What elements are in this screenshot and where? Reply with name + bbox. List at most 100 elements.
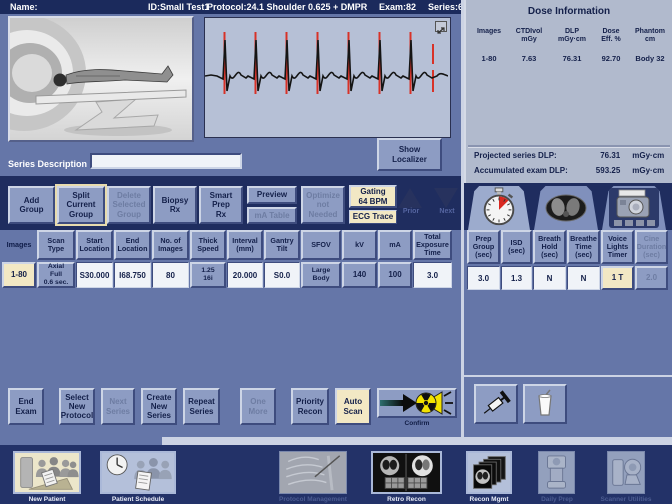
taskbar-item-retro-recon[interactable] xyxy=(371,451,442,494)
cine-duration-cell[interactable]: 2.0 xyxy=(635,266,668,290)
prior-group-button[interactable]: Prior xyxy=(398,188,424,222)
ecg-waveform xyxy=(205,18,448,135)
optimize-not-needed-button[interactable]: Optimize not Needed xyxy=(301,186,345,224)
breathe-time-field[interactable]: N xyxy=(567,266,600,290)
taskbar-label-protocol-management: Protocol Management xyxy=(267,496,359,503)
timing-col-prep-group[interactable]: Prep Group (sec) xyxy=(467,230,500,264)
exam-number: Exam:82 xyxy=(379,2,416,12)
ecg-trace-panel xyxy=(204,17,451,138)
biopsy-rx-button[interactable]: Biopsy Rx xyxy=(153,186,197,224)
recon-mgmt-icon xyxy=(468,453,510,492)
series-number: Series:6 xyxy=(428,2,463,12)
accumulated-exam-dlp-row: Accumulated exam DLP: 593.25 mGy·cm xyxy=(466,166,672,175)
auto-scan-button[interactable]: Auto Scan xyxy=(335,388,371,425)
confirm-scan-button[interactable] xyxy=(377,388,457,418)
kv-cell[interactable]: 140 xyxy=(342,262,377,288)
sfov-cell[interactable]: Large Body xyxy=(301,262,341,288)
preview-button[interactable]: Preview xyxy=(247,186,297,204)
select-new-protocol-button[interactable]: Select New Protocol xyxy=(59,388,95,425)
timing-col-breathe-time[interactable]: Breathe Time (sec) xyxy=(567,230,600,264)
repeat-series-button[interactable]: Repeat Series xyxy=(183,388,220,425)
gantry-tilt-field[interactable]: S0.0 xyxy=(264,262,300,288)
ct-console-app: Name: ID:Small Test1 Protocol:24.1 Shoul… xyxy=(0,0,672,504)
end-location-field[interactable]: I68.750 xyxy=(114,262,151,288)
split-current-group-button[interactable]: Split Current Group xyxy=(57,186,105,224)
next-series-button[interactable]: Next Series xyxy=(101,388,135,425)
scan-col-ma[interactable]: mA xyxy=(378,230,412,260)
scan-images-range-cell[interactable]: 1-80 xyxy=(2,262,36,288)
next-label: Next xyxy=(434,208,460,215)
tab-anatomy[interactable] xyxy=(534,186,598,230)
dose-phantom-value: Body 32 xyxy=(628,54,672,63)
scan-col-kv[interactable]: kV xyxy=(342,230,377,260)
dose-information-panel: Dose Information Images CTDIvol mGy DLP … xyxy=(464,0,672,183)
ecg-expand-icon[interactable] xyxy=(435,21,447,32)
priority-recon-button[interactable]: Priority Recon xyxy=(291,388,329,425)
scan-col-total-exposure[interactable]: Total Exposure Time xyxy=(413,230,452,260)
end-exam-button[interactable]: End Exam xyxy=(8,388,44,425)
scan-col-gantry-tilt[interactable]: Gantry Tilt xyxy=(264,230,300,260)
dose-col-images: Images xyxy=(470,28,508,45)
ecg-trace-button[interactable]: ECG Trace xyxy=(349,210,397,224)
injector-button[interactable] xyxy=(474,384,518,424)
taskbar-label-recon-mgmt: Recon Mgmt xyxy=(466,496,512,503)
timing-col-isd[interactable]: ISD (sec) xyxy=(501,230,532,264)
thick-speed-cell[interactable]: 1.25 16i xyxy=(190,262,226,288)
dose-images-value: 1-80 xyxy=(470,54,508,63)
bottom-window-edge xyxy=(162,437,672,445)
series-description-input[interactable] xyxy=(90,153,242,169)
taskbar-item-new-patient[interactable] xyxy=(13,451,81,494)
taskbar-item-patient-schedule[interactable] xyxy=(100,451,176,494)
show-localizer-button[interactable]: Show Localizer xyxy=(377,138,442,171)
scan-table-header-row: Images Scan Type Start Location End Loca… xyxy=(2,230,452,260)
isd-field[interactable]: 1.3 xyxy=(501,266,532,290)
taskbar-item-daily-prep[interactable] xyxy=(538,451,575,494)
scan-col-no-of-images[interactable]: No. of Images xyxy=(152,230,189,260)
prior-label: Prior xyxy=(398,208,424,215)
projected-dlp-value: 76.31 xyxy=(584,151,620,160)
create-new-series-button[interactable]: Create New Series xyxy=(141,388,177,425)
ma-cell[interactable]: 100 xyxy=(378,262,412,288)
taskbar-label-patient-schedule: Patient Schedule xyxy=(100,496,176,503)
taskbar-label-retro-recon: Retro Recon xyxy=(371,496,442,503)
scan-col-interval[interactable]: Interval (mm) xyxy=(227,230,263,260)
scan-type-cell[interactable]: Axial Full 0.6 sec. xyxy=(37,262,75,288)
oral-contrast-button[interactable] xyxy=(523,384,567,424)
accumulated-dlp-label: Accumulated exam DLP: xyxy=(466,166,584,175)
start-location-field[interactable]: S30.000 xyxy=(76,262,113,288)
next-group-button[interactable]: Next xyxy=(434,188,460,222)
timing-col-voice-lights[interactable]: Voice Lights Timer xyxy=(601,230,634,264)
taskbar-item-recon-mgmt[interactable] xyxy=(466,451,512,494)
scan-col-sfov[interactable]: SFOV xyxy=(301,230,341,260)
dose-table-header: Images CTDIvol mGy DLP mGy·cm Dose Eff. … xyxy=(470,28,672,45)
breath-hold-field[interactable]: N xyxy=(533,266,566,290)
timing-col-breath-hold[interactable]: Breath Hold (sec) xyxy=(533,230,566,264)
scan-col-scan-type[interactable]: Scan Type xyxy=(37,230,75,260)
scan-col-thick-speed[interactable]: Thick Speed xyxy=(190,230,226,260)
taskbar-item-scanner-utilities[interactable] xyxy=(607,451,645,494)
patient-schedule-icon xyxy=(102,453,174,492)
timing-col-cine-duration[interactable]: Cine Duration (sec) xyxy=(635,230,668,264)
voice-lights-timer-cell[interactable]: 1 T xyxy=(601,266,634,290)
prep-group-field[interactable]: 3.0 xyxy=(467,266,500,290)
interval-field[interactable]: 20.000 xyxy=(227,262,263,288)
taskbar-item-protocol-management[interactable] xyxy=(279,451,347,494)
scan-col-end-location[interactable]: End Location xyxy=(114,230,151,260)
add-group-button[interactable]: Add Group xyxy=(8,186,55,224)
ma-table-button[interactable]: mA Table xyxy=(247,207,297,224)
gating-button[interactable]: Gating 64 BPM xyxy=(349,185,397,208)
scan-col-start-location[interactable]: Start Location xyxy=(76,230,113,260)
total-exposure-field[interactable]: 3.0 xyxy=(413,262,452,288)
no-of-images-field[interactable]: 80 xyxy=(152,262,189,288)
ct-scanner-illustration xyxy=(10,18,192,140)
tab-camera[interactable] xyxy=(602,186,666,230)
patient-position-image xyxy=(8,16,194,142)
dose-dlp-value: 76.31 xyxy=(550,54,594,63)
tab-timing[interactable] xyxy=(468,186,530,230)
taskbar-label-new-patient: New Patient xyxy=(13,496,81,503)
one-more-button[interactable]: One More xyxy=(240,388,276,425)
dose-divider xyxy=(468,145,670,148)
delete-selected-group-button[interactable]: Delete Selected Group xyxy=(107,186,151,224)
smart-prep-rx-button[interactable]: Smart Prep Rx xyxy=(199,186,243,224)
retro-recon-icon xyxy=(373,453,440,492)
